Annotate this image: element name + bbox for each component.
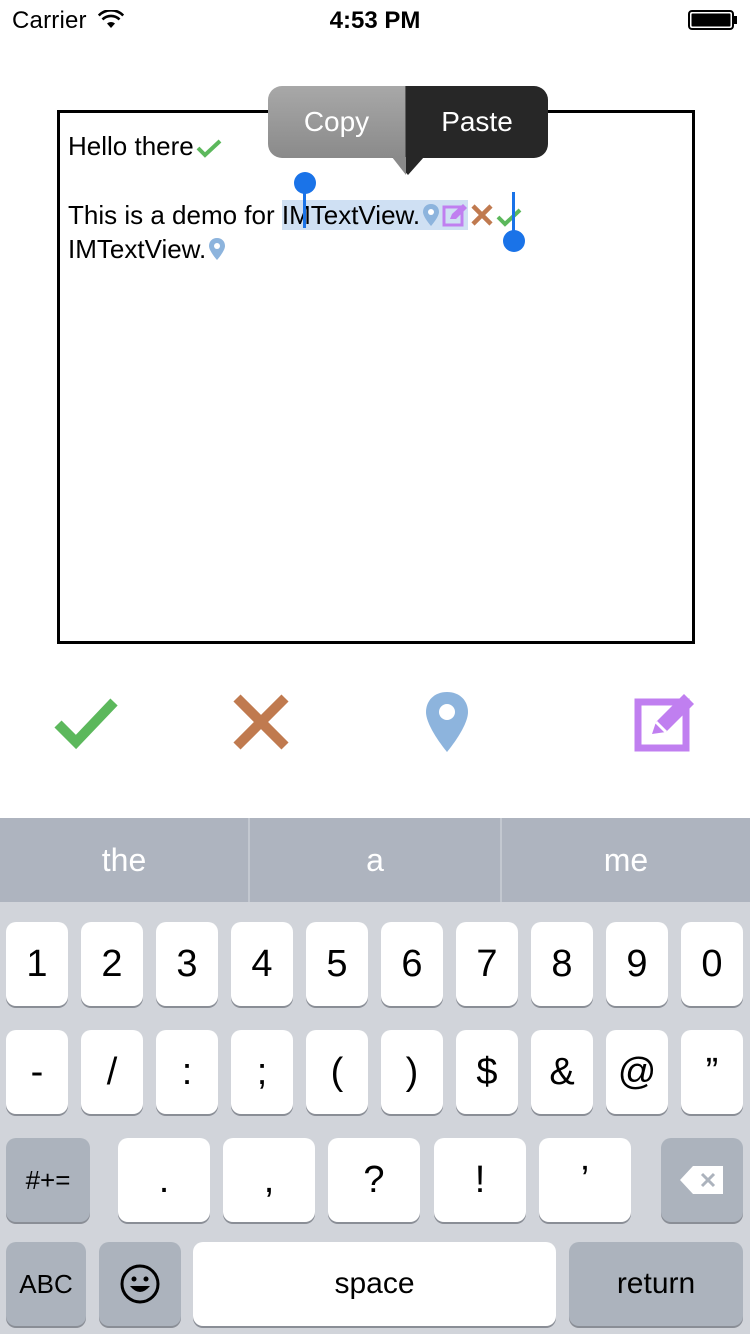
screen: Carrier 4:53 PM Hello there This is a de… xyxy=(0,0,750,1334)
key-1[interactable]: 1 xyxy=(6,922,68,1006)
copy-button[interactable]: Copy xyxy=(268,86,405,158)
text-line-3-content: IMTextView. xyxy=(68,234,207,264)
key-ampersand[interactable]: & xyxy=(531,1030,593,1114)
key-exclamation[interactable]: ! xyxy=(434,1138,526,1222)
key-apostrophe[interactable]: ’ xyxy=(539,1138,631,1222)
edit-icon xyxy=(442,204,468,227)
key-colon[interactable]: : xyxy=(156,1030,218,1114)
suggestion-3[interactable]: me xyxy=(502,818,750,902)
key-5[interactable]: 5 xyxy=(306,922,368,1006)
return-key[interactable]: return xyxy=(569,1242,743,1326)
emoji-icon xyxy=(120,1264,160,1304)
key-period[interactable]: . xyxy=(118,1138,210,1222)
key-0[interactable]: 0 xyxy=(681,922,743,1006)
location-pin-icon xyxy=(423,204,440,226)
text-line-2: This is a demo for IMTextView. xyxy=(68,200,522,231)
key-dollar[interactable]: $ xyxy=(456,1030,518,1114)
key-4[interactable]: 4 xyxy=(231,922,293,1006)
key-at[interactable]: @ xyxy=(606,1030,668,1114)
text-view[interactable]: Hello there This is a demo for IMTextVie… xyxy=(57,110,695,644)
key-close-paren[interactable]: ) xyxy=(381,1030,443,1114)
edit-menu: Copy Paste xyxy=(268,86,548,175)
paste-button[interactable]: Paste xyxy=(406,86,548,158)
key-open-paren[interactable]: ( xyxy=(306,1030,368,1114)
key-slash[interactable]: / xyxy=(81,1030,143,1114)
key-quote[interactable]: ” xyxy=(681,1030,743,1114)
key-2[interactable]: 2 xyxy=(81,922,143,1006)
edit-icon[interactable] xyxy=(632,690,696,754)
delete-key[interactable] xyxy=(661,1138,743,1222)
location-pin-icon[interactable] xyxy=(415,690,479,754)
key-8[interactable]: 8 xyxy=(531,922,593,1006)
space-key[interactable]: space xyxy=(193,1242,556,1326)
cross-icon[interactable] xyxy=(229,690,293,754)
suggestion-2[interactable]: a xyxy=(250,818,500,902)
check-icon xyxy=(496,208,522,227)
status-bar: Carrier 4:53 PM xyxy=(0,0,750,40)
suggestion-bar: the a me xyxy=(0,818,750,902)
selection-start-bar xyxy=(303,190,306,228)
check-icon[interactable] xyxy=(54,690,118,754)
key-7[interactable]: 7 xyxy=(456,922,518,1006)
text-line-1: Hello there xyxy=(68,131,222,162)
emoji-key[interactable] xyxy=(99,1242,181,1326)
key-9[interactable]: 9 xyxy=(606,922,668,1006)
location-pin-icon xyxy=(209,238,226,260)
key-6[interactable]: 6 xyxy=(381,922,443,1006)
cross-icon xyxy=(471,204,493,226)
selected-text[interactable]: IMTextView. xyxy=(281,200,469,230)
backspace-icon xyxy=(680,1166,723,1194)
key-3[interactable]: 3 xyxy=(156,922,218,1006)
battery-icon xyxy=(688,10,737,30)
selection-end-bar xyxy=(512,192,515,232)
text-line-2-prefix: This is a demo for xyxy=(68,200,282,230)
key-semicolon[interactable]: ; xyxy=(231,1030,293,1114)
text-line-3: IMTextView. xyxy=(68,234,226,265)
keyboard: the a me 1 2 3 4 5 6 7 8 9 0 - / : ; ( )… xyxy=(0,818,750,1334)
menu-arrow-shade xyxy=(392,157,406,175)
key-comma[interactable]: , xyxy=(223,1138,315,1222)
selection-end-handle[interactable] xyxy=(503,230,525,252)
suggestion-1[interactable]: the xyxy=(0,818,248,902)
clock: 4:53 PM xyxy=(329,7,421,34)
key-question[interactable]: ? xyxy=(328,1138,420,1222)
text-line-1-content: Hello there xyxy=(68,131,194,161)
key-symbols-toggle[interactable]: #+= xyxy=(6,1138,90,1222)
key-abc[interactable]: ABC xyxy=(6,1242,86,1326)
key-hyphen[interactable]: - xyxy=(6,1030,68,1114)
check-icon xyxy=(196,139,222,158)
